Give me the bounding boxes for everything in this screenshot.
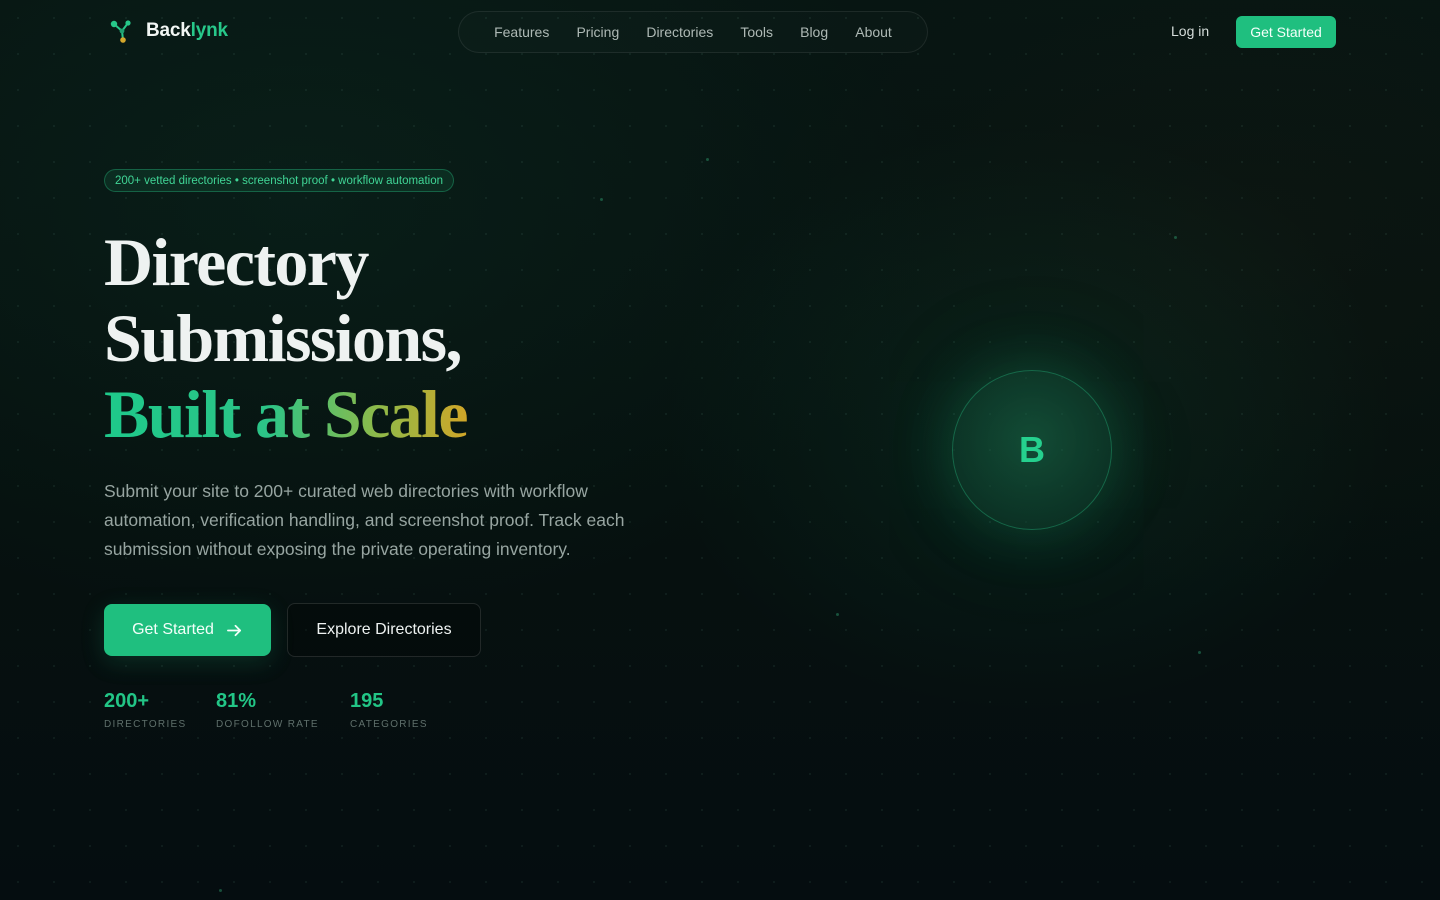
stat-label: Dofollow Rate xyxy=(216,719,319,730)
nav-item-directories[interactable]: Directories xyxy=(646,24,713,40)
hero-headline: Directory Submissions, Built at Scale xyxy=(104,224,469,452)
sparkle xyxy=(219,889,222,892)
nav-item-blog[interactable]: Blog xyxy=(800,24,828,40)
brand-orb: B xyxy=(952,370,1112,530)
hero-badge: 200+ vetted directories • screenshot pro… xyxy=(104,169,454,192)
stat-dofollow-rate: 81% Dofollow Rate xyxy=(216,690,319,730)
login-link[interactable]: Log in xyxy=(1171,23,1209,39)
sparkle xyxy=(1174,236,1177,239)
logo[interactable]: Backlynk xyxy=(108,18,228,44)
nav-item-features[interactable]: Features xyxy=(494,24,549,40)
hero-description: Submit your site to 200+ curated web dir… xyxy=(104,481,625,559)
stat-value: 195 xyxy=(350,690,384,712)
stat-categories: 195 Categories xyxy=(350,690,428,730)
stat-directories: 200+ Directories xyxy=(104,690,186,730)
stat-label: Categories xyxy=(350,719,428,730)
site-header: Backlynk Features Pricing Directories To… xyxy=(0,0,1440,64)
nav-item-tools[interactable]: Tools xyxy=(740,24,773,40)
stat-label: Directories xyxy=(104,719,187,730)
main-nav: Features Pricing Directories Tools Blog … xyxy=(458,11,928,53)
stat-value: 200+ xyxy=(104,690,150,712)
headline-line-1: Directory xyxy=(104,224,369,300)
nav-item-pricing[interactable]: Pricing xyxy=(576,24,619,40)
stat-value: 81% xyxy=(216,690,257,712)
sparkle xyxy=(600,198,603,201)
nav-item-about[interactable]: About xyxy=(855,24,892,40)
get-started-label: Get Started xyxy=(132,621,214,638)
brand-name: Backlynk xyxy=(146,20,228,41)
arrow-right-icon xyxy=(226,624,241,636)
headline-line-3: Built at Scale xyxy=(104,376,469,452)
network-nodes-icon xyxy=(110,20,131,43)
header-get-started-button[interactable]: Get Started xyxy=(1236,16,1336,48)
get-started-button[interactable]: Get Started xyxy=(104,604,271,656)
sparkle xyxy=(1198,651,1201,654)
explore-directories-button[interactable]: Explore Directories xyxy=(287,603,481,657)
sparkle xyxy=(706,158,709,161)
sparkle xyxy=(836,613,839,616)
headline-line-2: Submissions, xyxy=(104,300,463,376)
orb-letter: B xyxy=(1019,429,1045,470)
